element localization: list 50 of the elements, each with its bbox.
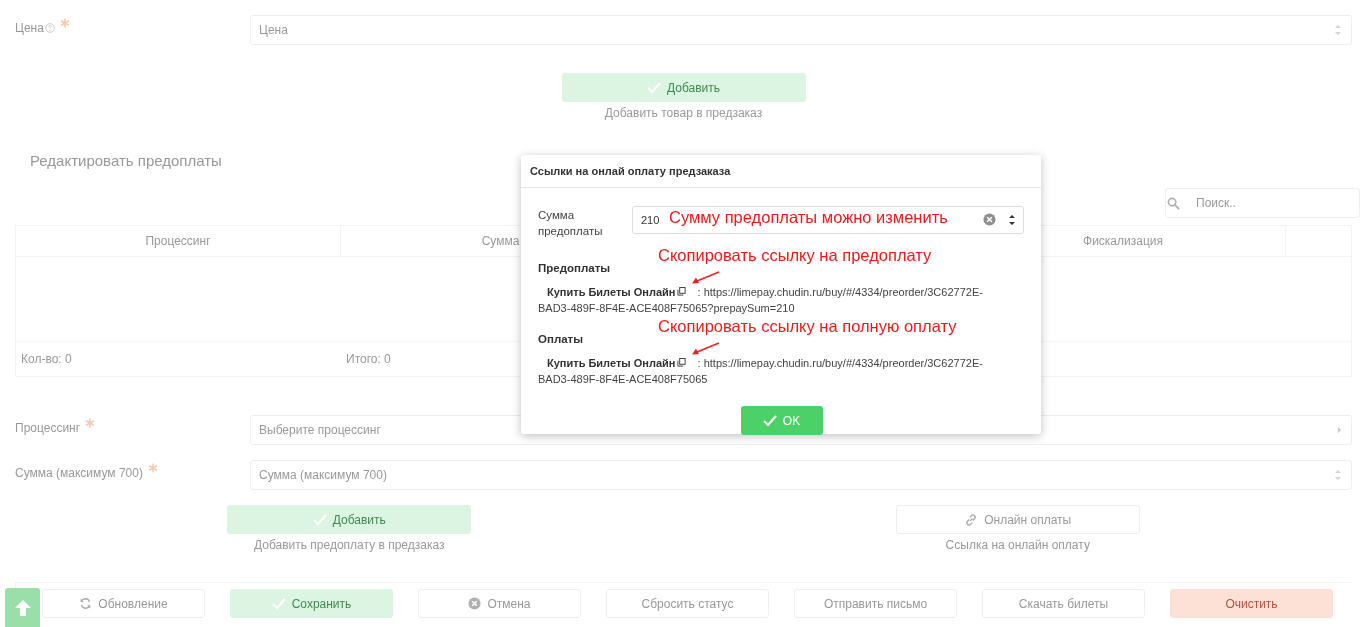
check-icon [312,513,327,526]
add-product-button[interactable]: Добавить [561,73,806,102]
field-label: Цена [15,21,44,35]
search-field[interactable]: Поиск.. [1165,188,1360,218]
toolbar-button[interactable]: Сбросить статус [606,589,769,618]
help-icon [44,23,55,33]
section-title: Редактировать предоплаты [30,152,222,171]
link-title[interactable]: Купить Билеты Онлайн [547,286,676,298]
copy-icon[interactable] [677,358,687,367]
search-icon [1167,197,1180,210]
copy-icon[interactable] [677,287,687,296]
link-icon [964,512,979,527]
check-icon [271,597,286,610]
toolbar-button[interactable]: Сохранить [230,589,393,618]
toolbar-button[interactable]: Скачать билеты [982,589,1145,618]
cancel-icon [468,597,482,610]
refresh-icon [79,597,93,610]
add-prepayment-button[interactable]: Добавить [227,505,472,534]
field-label: Сумма (максимум 700) [15,466,143,480]
spinner-icon[interactable] [1008,212,1016,228]
field-label: Процессинг [15,421,81,435]
check-icon [762,414,777,427]
payment-link-text: Купить Билеты Онлайн : https://limepay.chudin.ru/buy/#/4334/preorder/3C62772E-BAD3-489F-8F4E-ACE408F75065 [538,356,984,387]
link-title[interactable]: Купить Билеты Онлайн [547,357,676,369]
toolbar-button[interactable]: Отправить письмо [794,589,957,618]
price-field[interactable]: Цена [250,15,1352,45]
group-heading: Предоплаты [538,262,611,274]
toolbar-button[interactable]: Очистить [1170,589,1333,618]
amount-field[interactable]: Сумма (максимум 700) [250,460,1352,490]
annotation-text: Скопировать ссылку на полную оплату [658,317,957,336]
annotation-text: Скопировать ссылку на предоплату [658,246,932,265]
annotation-text: Сумму предоплаты можно изменить [669,208,948,227]
dialog-title: Ссылки на онлай оплату предзаказа [530,165,731,177]
toolbar-button[interactable]: Обновление [42,589,205,618]
column-header: Процессинг [16,226,341,256]
online-payments-button[interactable]: Онлайн оплаты [895,505,1140,534]
ok-button[interactable]: OK [740,406,823,435]
caret-icon [1337,426,1342,434]
annotation-arrow [691,271,721,285]
table-summary: Итого: 0 [346,352,391,366]
table-summary: Кол-во: 0 [21,352,72,366]
check-icon [646,81,661,94]
button-caption: Добавить товар в предзаказ [604,106,763,120]
annotation-arrow [691,342,721,356]
toolbar-button[interactable]: Отмена [418,589,581,618]
clear-icon[interactable] [983,213,996,226]
payment-link-text: Купить Билеты Онлайн : https://limepay.chudin.ru/buy/#/4334/preorder/3C62772E-BAD3-489F-8F4E-ACE408F75065?prepaySum=210 [538,285,984,316]
button-caption: Ссылка на онлайн оплату [945,538,1090,552]
group-heading: Оплаты [538,333,584,345]
button-caption: Добавить предоплату в предзаказ [254,538,445,552]
